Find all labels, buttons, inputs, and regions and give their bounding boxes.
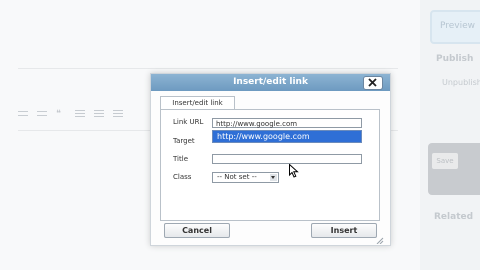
class-select[interactable]: -- Not set -- xyxy=(212,172,279,183)
link-url-input[interactable]: http://www.google.com xyxy=(212,118,362,128)
tab-insert-edit-link[interactable]: Insert/edit link xyxy=(160,96,235,110)
cancel-button[interactable]: Cancel xyxy=(164,223,230,238)
save-panel: Save xyxy=(428,143,480,195)
insert-button[interactable]: Insert xyxy=(311,223,377,238)
class-label: Class xyxy=(173,173,192,181)
mouse-cursor-icon xyxy=(289,164,299,178)
chevron-down-icon xyxy=(270,174,277,181)
preview-button[interactable]: Preview xyxy=(430,10,480,44)
editor-toolbar: ❝ xyxy=(18,110,123,119)
insert-link-dialog: Insert/edit link Insert/edit link Link U… xyxy=(150,73,391,246)
divider xyxy=(18,68,398,69)
related-heading: Related xyxy=(434,212,474,222)
align-center-icon[interactable] xyxy=(94,110,104,118)
blockquote-icon[interactable]: ❝ xyxy=(56,110,66,119)
title-label: Title xyxy=(173,155,189,163)
numbered-list-icon[interactable] xyxy=(37,110,47,118)
link-url-label: Link URL xyxy=(173,118,204,126)
target-label: Target xyxy=(173,137,195,145)
close-button[interactable] xyxy=(363,76,383,90)
save-button[interactable]: Save xyxy=(432,153,458,169)
align-right-icon[interactable] xyxy=(113,110,123,118)
preview-label: Preview xyxy=(440,21,476,31)
bullet-list-icon[interactable] xyxy=(18,110,28,118)
sidebar: Preview Publish Unpublish Save Related xyxy=(420,0,480,270)
url-autocomplete-option[interactable]: http://www.google.com xyxy=(212,130,362,143)
publish-status: Unpublish xyxy=(442,78,480,87)
dialog-titlebar[interactable]: Insert/edit link xyxy=(151,74,390,91)
align-left-icon[interactable] xyxy=(75,110,85,118)
close-icon xyxy=(368,78,377,87)
class-select-value: -- Not set -- xyxy=(217,173,257,181)
resize-grip-icon[interactable] xyxy=(376,237,384,244)
dialog-title: Insert/edit link xyxy=(233,77,308,87)
title-input[interactable] xyxy=(212,154,362,164)
publish-heading: Publish xyxy=(436,54,474,64)
